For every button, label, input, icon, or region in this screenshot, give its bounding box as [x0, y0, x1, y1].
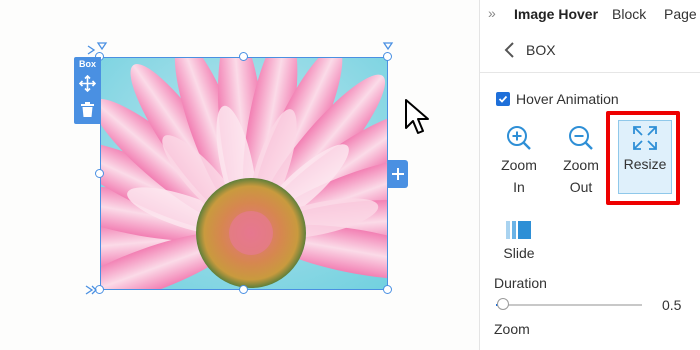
animation-zoom-out-button[interactable]: Zoom Out — [556, 124, 606, 198]
plus-icon — [392, 168, 404, 180]
duration-value: 0.5 — [662, 297, 682, 313]
tab-image-hover[interactable]: Image Hover — [514, 6, 598, 22]
slide-icon — [506, 221, 531, 239]
chevron-left-icon — [504, 42, 514, 58]
animation-zoom-in-button[interactable]: Zoom In — [494, 124, 544, 198]
padding-marker-icon[interactable] — [96, 40, 108, 52]
zoom-in-icon — [507, 126, 531, 150]
duration-slider[interactable] — [496, 298, 642, 310]
divider — [480, 72, 700, 73]
hover-animation-toggle[interactable]: Hover Animation — [496, 91, 619, 107]
highlight-box — [606, 111, 680, 205]
mouse-cursor-icon — [405, 99, 429, 134]
editor-canvas: Box — [0, 0, 479, 350]
resize-handle-top[interactable] — [239, 52, 248, 61]
padding-marker-right-icon[interactable] — [382, 40, 394, 52]
panel-tabs: » Image Hover Block Page — [480, 0, 700, 30]
box-toolbar: Box — [74, 57, 101, 124]
flower-photo — [101, 58, 387, 289]
zoom-out-label: Zoom Out — [563, 157, 599, 195]
slide-label: Slide — [503, 245, 535, 261]
trash-icon[interactable] — [81, 102, 94, 117]
zoom-out-icon — [569, 126, 593, 150]
back-button[interactable]: BOX — [500, 40, 556, 60]
hover-animation-checkbox[interactable] — [496, 92, 510, 106]
tab-block[interactable]: Block — [612, 6, 646, 22]
box-toolbar-label: Box — [78, 59, 96, 69]
add-block-button[interactable] — [388, 160, 408, 188]
duration-label: Duration — [494, 275, 547, 291]
duration-slider-thumb[interactable] — [497, 298, 509, 310]
checkmark-icon — [498, 95, 508, 103]
margin-marker-bottom-icon[interactable] — [84, 284, 98, 296]
resize-handle-left[interactable] — [95, 169, 104, 178]
animation-slide-button[interactable]: Slide — [494, 220, 544, 264]
back-label: BOX — [526, 42, 556, 58]
resize-handle-bottom-right[interactable] — [383, 285, 392, 294]
flower-image[interactable] — [100, 57, 388, 290]
zoom-label: Zoom — [494, 321, 530, 337]
move-icon[interactable] — [79, 75, 96, 92]
zoom-in-label: Zoom In — [501, 157, 537, 195]
resize-handle-top-right[interactable] — [383, 52, 392, 61]
resize-handle-bottom[interactable] — [239, 285, 248, 294]
tab-page[interactable]: Page — [664, 6, 697, 22]
hover-animation-label: Hover Animation — [516, 91, 619, 107]
expand-panel-icon[interactable]: » — [488, 5, 496, 21]
